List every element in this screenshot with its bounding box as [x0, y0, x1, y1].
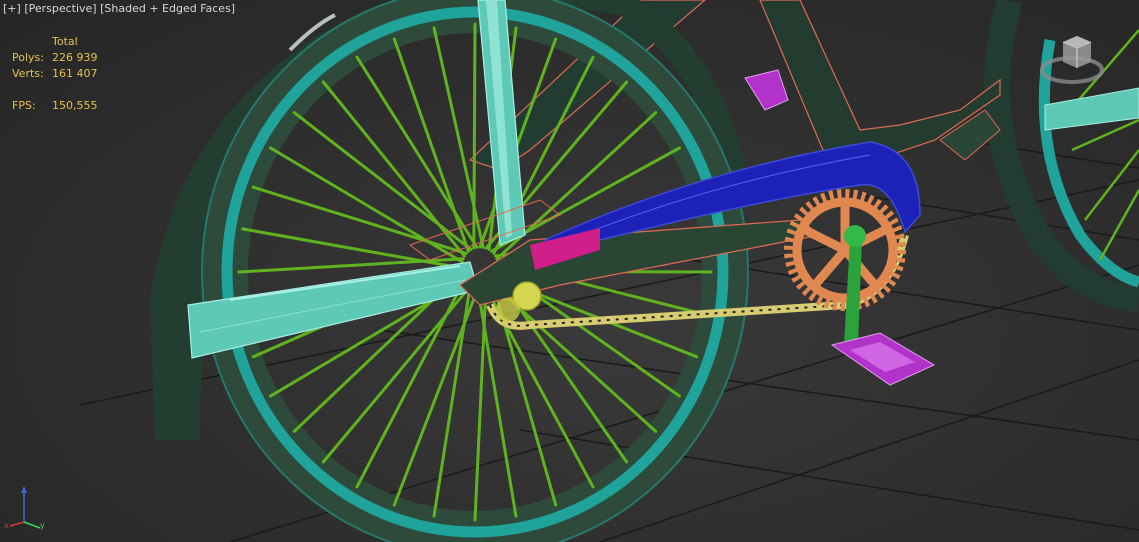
viewport-shading-menu[interactable]: [Shaded + Edged Faces] — [100, 2, 235, 15]
bicycle-scene[interactable] — [0, 0, 1139, 542]
viewport-label-menu: [+] [Perspective] [Shaded + Edged Faces] — [3, 2, 235, 15]
spoke — [432, 279, 473, 518]
verts-label: Verts: — [12, 67, 44, 80]
spoke — [355, 55, 479, 249]
spoke — [241, 227, 464, 270]
verts-value: 161 407 — [52, 67, 98, 80]
spoke — [473, 280, 488, 522]
spoke — [269, 146, 464, 264]
polys-label: Polys: — [12, 51, 44, 64]
viewport-view-menu[interactable]: [Perspective] — [24, 2, 96, 15]
axis-gizmo: x y — [4, 486, 45, 530]
fps-label: FPS: — [12, 99, 36, 112]
3d-viewport[interactable]: [+] [Perspective] [Shaded + Edged Faces]… — [0, 0, 1139, 542]
viewcube[interactable] — [1039, 32, 1105, 88]
viewport-statistics: Total Polys: 226 939 Verts: 161 407 FPS:… — [12, 34, 132, 114]
viewport-plus-menu[interactable]: [+] — [3, 2, 21, 15]
polys-value: 226 939 — [52, 51, 98, 64]
chainring — [784, 189, 906, 311]
stats-header: Total — [52, 35, 78, 48]
pedal-rear — [744, 69, 789, 111]
svg-text:x: x — [4, 521, 9, 530]
spoke — [472, 22, 477, 250]
svg-text:y: y — [40, 521, 45, 530]
pedal-front — [830, 332, 936, 386]
fps-value: 150,555 — [52, 99, 98, 112]
